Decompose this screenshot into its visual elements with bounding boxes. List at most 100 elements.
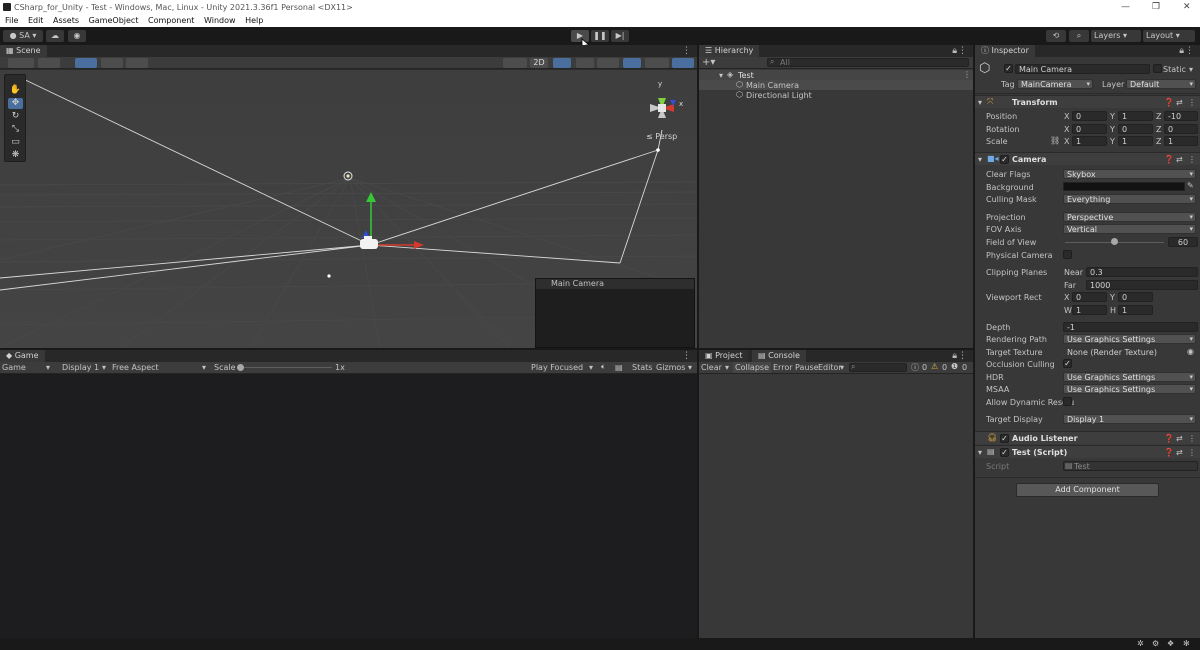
create-plus-icon[interactable]: +▾ (702, 57, 715, 68)
collapse-arrow-icon[interactable]: ▾ (978, 448, 982, 457)
progress-icon[interactable]: ⚙ (1152, 639, 1159, 648)
clear-button[interactable]: Clear (701, 363, 722, 372)
console-log-area[interactable] (699, 375, 973, 638)
game-view[interactable] (0, 375, 697, 650)
error-pause-button[interactable]: Error Pause (773, 363, 819, 372)
layer-dropdown[interactable]: Default (1126, 79, 1196, 89)
fov-slider-handle[interactable] (1111, 238, 1118, 245)
rotation-x-input[interactable]: 0 (1072, 124, 1107, 134)
inspector-more-icon[interactable]: ⋮ (1185, 46, 1194, 56)
help-icon[interactable]: ❓ (1164, 98, 1174, 107)
background-color-swatch[interactable] (1063, 182, 1185, 191)
tab-project[interactable]: ▣ Project (699, 350, 749, 362)
gizmos-dropdown[interactable] (672, 58, 694, 68)
move-tool-icon[interactable]: ✥ (8, 98, 23, 109)
console-more-icon[interactable]: ⋮ (958, 351, 967, 361)
fov-axis-dropdown[interactable]: Vertical (1063, 224, 1196, 234)
menu-gameobject[interactable]: GameObject (89, 14, 139, 27)
scale-y-input[interactable]: 1 (1118, 136, 1153, 146)
grid-snap-button[interactable] (75, 58, 97, 68)
gizmos-button[interactable]: Gizmos (656, 363, 685, 372)
clear-flags-dropdown[interactable]: Skybox (1063, 169, 1196, 179)
collapse-arrow-icon[interactable]: ▾ (978, 155, 982, 164)
display-dropdown[interactable]: Display 1 (62, 363, 99, 372)
projection-dropdown[interactable]: Perspective (1063, 212, 1196, 222)
static-arrow-icon[interactable]: ▾ (1189, 65, 1193, 74)
hdr-dropdown[interactable]: Use Graphics Settings (1063, 372, 1196, 382)
collab-icon[interactable]: ◉ (68, 30, 86, 42)
pause-button[interactable]: ❚❚ (591, 30, 609, 42)
play-focused-dropdown[interactable]: Play Focused (531, 363, 583, 372)
aspect-dropdown[interactable]: Free Aspect (112, 363, 159, 372)
rotate-tool-icon[interactable]: ↻ (8, 111, 23, 122)
tag-dropdown[interactable]: MainCamera (1017, 79, 1093, 89)
hierarchy-more-icon[interactable]: ⋮ (958, 46, 967, 56)
script-enabled-checkbox[interactable]: ✓ (1000, 448, 1009, 457)
increment-snap-button[interactable] (101, 58, 123, 68)
viewport-y-input[interactable]: 0 (1118, 292, 1153, 302)
object-picker-icon[interactable]: ◉ (1187, 347, 1194, 356)
occlusion-culling-checkbox[interactable]: ✓ (1063, 359, 1072, 368)
auto-generate-lighting-icon[interactable]: ✻ (1183, 639, 1190, 648)
physical-camera-checkbox[interactable] (1063, 250, 1072, 259)
menu-component[interactable]: Component (148, 14, 194, 27)
rendering-path-dropdown[interactable]: Use Graphics Settings (1063, 334, 1196, 344)
transform-tool-icon[interactable]: ❋ (8, 150, 23, 161)
position-y-input[interactable]: 1 (1118, 111, 1153, 121)
2d-toggle[interactable]: 2D (530, 58, 548, 68)
scene-viewport[interactable]: y x ≤ Persp ✋ ✥ ↻ ⤡ ▭ ❋ Main Camera (0, 70, 697, 348)
rotation-z-input[interactable]: 0 (1164, 124, 1198, 134)
minimize-icon[interactable]: — (1121, 2, 1130, 12)
console-lock-icon[interactable]: 🔒︎ (952, 351, 957, 361)
collapse-arrow-icon[interactable]: ▾ (978, 98, 982, 107)
tab-inspector[interactable]: ⓘ Inspector (975, 45, 1035, 57)
display-arrow-icon[interactable]: ▾ (102, 363, 106, 372)
snap-settings-button[interactable] (126, 58, 148, 68)
account-button[interactable]: ● SA ▾ (3, 30, 43, 42)
component-more-icon[interactable]: ⋮ (1188, 98, 1196, 107)
scene-more-icon[interactable]: ⋮ (682, 46, 691, 56)
shading-dropdown[interactable] (503, 58, 527, 68)
list-item[interactable]: ⬡ Main Camera (699, 80, 973, 90)
preset-icon[interactable]: ⇄ (1176, 434, 1183, 443)
audio-toggle-icon[interactable] (576, 58, 594, 68)
object-name-input[interactable]: Main Camera (1015, 64, 1150, 74)
editor-dropdown[interactable]: Editor (818, 363, 842, 372)
culling-mask-dropdown[interactable]: Everything (1063, 194, 1196, 204)
preset-icon[interactable]: ⇄ (1176, 98, 1183, 107)
component-more-icon[interactable]: ⋮ (1188, 448, 1196, 457)
console-search-input[interactable] (849, 363, 907, 372)
audio-listener-header[interactable]: 🎧︎ ✓ Audio Listener ❓ ⇄ ⋮ (975, 431, 1200, 444)
draw-mode-dropdown[interactable] (8, 58, 34, 68)
viewport-h-input[interactable]: 1 (1118, 305, 1153, 315)
menu-help[interactable]: Help (245, 14, 263, 27)
hand-tool-icon[interactable]: ✋ (8, 85, 23, 96)
depth-input[interactable]: -1 (1063, 322, 1198, 332)
menu-assets[interactable]: Assets (53, 14, 79, 27)
camera-header[interactable]: ▾ ■◂ ✓ Camera ❓ ⇄ ⋮ (975, 152, 1200, 165)
scale-tool-icon[interactable]: ⤡ (8, 124, 23, 135)
help-icon[interactable]: ❓ (1164, 448, 1174, 457)
active-checkbox[interactable]: ✓ (1004, 64, 1013, 73)
cache-icon[interactable]: ❖ (1167, 639, 1174, 648)
effects-dropdown[interactable] (597, 58, 619, 68)
tab-game[interactable]: ◆ Game (0, 350, 45, 362)
mute-audio-icon[interactable]: 🔈︎ (601, 362, 606, 372)
inspector-lock-icon[interactable]: 🔒︎ (1179, 46, 1184, 56)
warning-count-icon[interactable]: ⚠ (931, 362, 938, 371)
target-texture-field[interactable]: None (Render Texture) (1063, 347, 1187, 357)
scale-z-input[interactable]: 1 (1164, 136, 1198, 146)
persp-label[interactable]: ≤ Persp (646, 132, 677, 141)
expand-arrow-icon[interactable]: ▾ (719, 71, 723, 80)
play-focused-arrow-icon[interactable]: ▾ (589, 363, 593, 372)
viewport-w-input[interactable]: 1 (1072, 305, 1107, 315)
lighting-toggle-icon[interactable] (553, 58, 571, 68)
tab-scene[interactable]: ▦ Scene (0, 45, 47, 57)
preset-icon[interactable]: ⇄ (1176, 155, 1183, 164)
stats-button[interactable]: Stats (632, 363, 652, 372)
search-icon[interactable]: ⌕ (1069, 30, 1089, 42)
scale-x-input[interactable]: 1 (1072, 136, 1107, 146)
preset-icon[interactable]: ⇄ (1176, 448, 1183, 457)
component-more-icon[interactable]: ⋮ (1188, 434, 1196, 443)
script-field[interactable]: Test (1063, 461, 1198, 471)
